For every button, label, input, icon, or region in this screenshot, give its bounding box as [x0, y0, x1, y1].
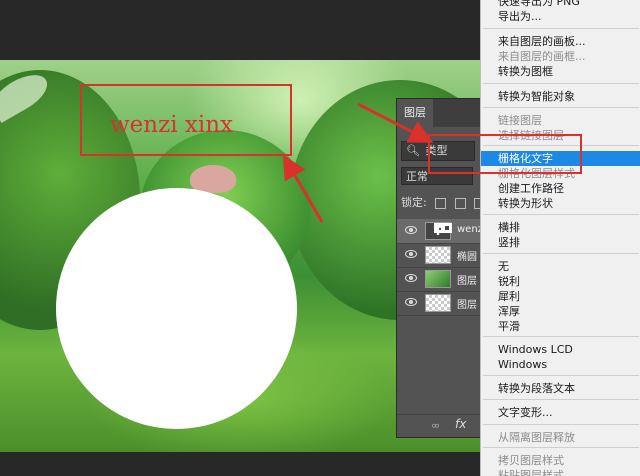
layer-row[interactable]: 椭圆 1 — [397, 243, 487, 268]
menu-item: 从隔离图层释放 — [498, 431, 575, 444]
menu-separator — [483, 399, 639, 400]
panel-footer: ∞ fx — [397, 414, 487, 437]
eye-icon[interactable] — [405, 250, 417, 258]
layer-row[interactable]: 图层 1 — [397, 267, 487, 292]
eye-icon[interactable] — [405, 298, 417, 306]
menu-item: 链接图层 — [498, 114, 542, 127]
menu-item[interactable]: 平滑 — [481, 319, 640, 334]
context-menu: 快速导出为 PNG 导出为... 来自图层的画板... 来自图层的画框... 转换为图框… — [480, 0, 640, 476]
menu-item[interactable]: 横排 — [481, 220, 640, 235]
layer-thumbnail — [425, 294, 451, 312]
menu-separator — [483, 83, 639, 84]
menu-item[interactable]: 无 — [481, 259, 640, 274]
eye-icon[interactable] — [405, 226, 417, 234]
menu-item[interactable]: Windows LCD — [481, 342, 640, 357]
lock-row: 锁定: — [401, 195, 486, 211]
menu-item[interactable]: 转换为段落文本 — [481, 381, 640, 396]
menu-item[interactable]: 浑厚 — [481, 304, 640, 319]
text-layer-thumbnail-icon: T — [425, 222, 453, 240]
ellipse-shape[interactable] — [56, 188, 297, 429]
menu-separator — [483, 336, 639, 337]
lock-paint-icon[interactable] — [454, 197, 466, 209]
layer-row[interactable]: 图层 0 — [397, 291, 487, 316]
layer-thumbnail — [425, 246, 451, 264]
menu-separator — [483, 214, 639, 215]
menu-item: 来自图层的画框... — [498, 50, 586, 63]
menu-item[interactable]: 转换为形状 — [481, 196, 640, 211]
fx-icon[interactable]: fx — [455, 417, 466, 431]
menu-item[interactable]: 转换为图框 — [481, 64, 640, 79]
menu-item: 拷贝图层样式 — [498, 454, 564, 467]
menu-item[interactable]: 文字变形... — [481, 405, 640, 420]
menu-item[interactable]: Windows — [481, 357, 640, 372]
link-icon[interactable]: ∞ — [431, 419, 440, 432]
menu-separator — [483, 447, 639, 448]
menu-highlight-box — [428, 134, 582, 174]
menu-separator — [483, 28, 639, 29]
menu-separator — [483, 107, 639, 108]
menu-separator — [483, 424, 639, 425]
layer-thumbnail — [425, 270, 451, 288]
menu-item[interactable]: 竖排 — [481, 235, 640, 250]
layer-row[interactable]: Twenzi xinx — [397, 219, 487, 244]
lock-label: 锁定: — [401, 196, 427, 209]
menu-item[interactable]: 犀利 — [481, 289, 640, 304]
search-icon: 🔍︎ — [406, 144, 420, 157]
lock-transparent-icon[interactable] — [435, 197, 447, 209]
tab-layers[interactable]: 图层 — [397, 99, 433, 127]
menu-item[interactable]: 导出为... — [481, 9, 640, 24]
menu-separator — [483, 253, 639, 254]
text-layer-content[interactable]: wenzi xinx — [110, 112, 233, 138]
eye-icon[interactable] — [405, 274, 417, 282]
menu-item[interactable]: 转换为智能对象 — [481, 89, 640, 104]
menu-separator — [483, 375, 639, 376]
menu-item[interactable]: 锐利 — [481, 274, 640, 289]
menu-item[interactable]: 来自图层的画板... — [481, 34, 640, 49]
menu-item[interactable]: 快速导出为 PNG — [481, 0, 640, 9]
menu-item: 粘贴图层样式 — [498, 469, 564, 476]
menu-item[interactable]: 创建工作路径 — [481, 181, 640, 196]
panel-tab-strip — [433, 99, 487, 127]
